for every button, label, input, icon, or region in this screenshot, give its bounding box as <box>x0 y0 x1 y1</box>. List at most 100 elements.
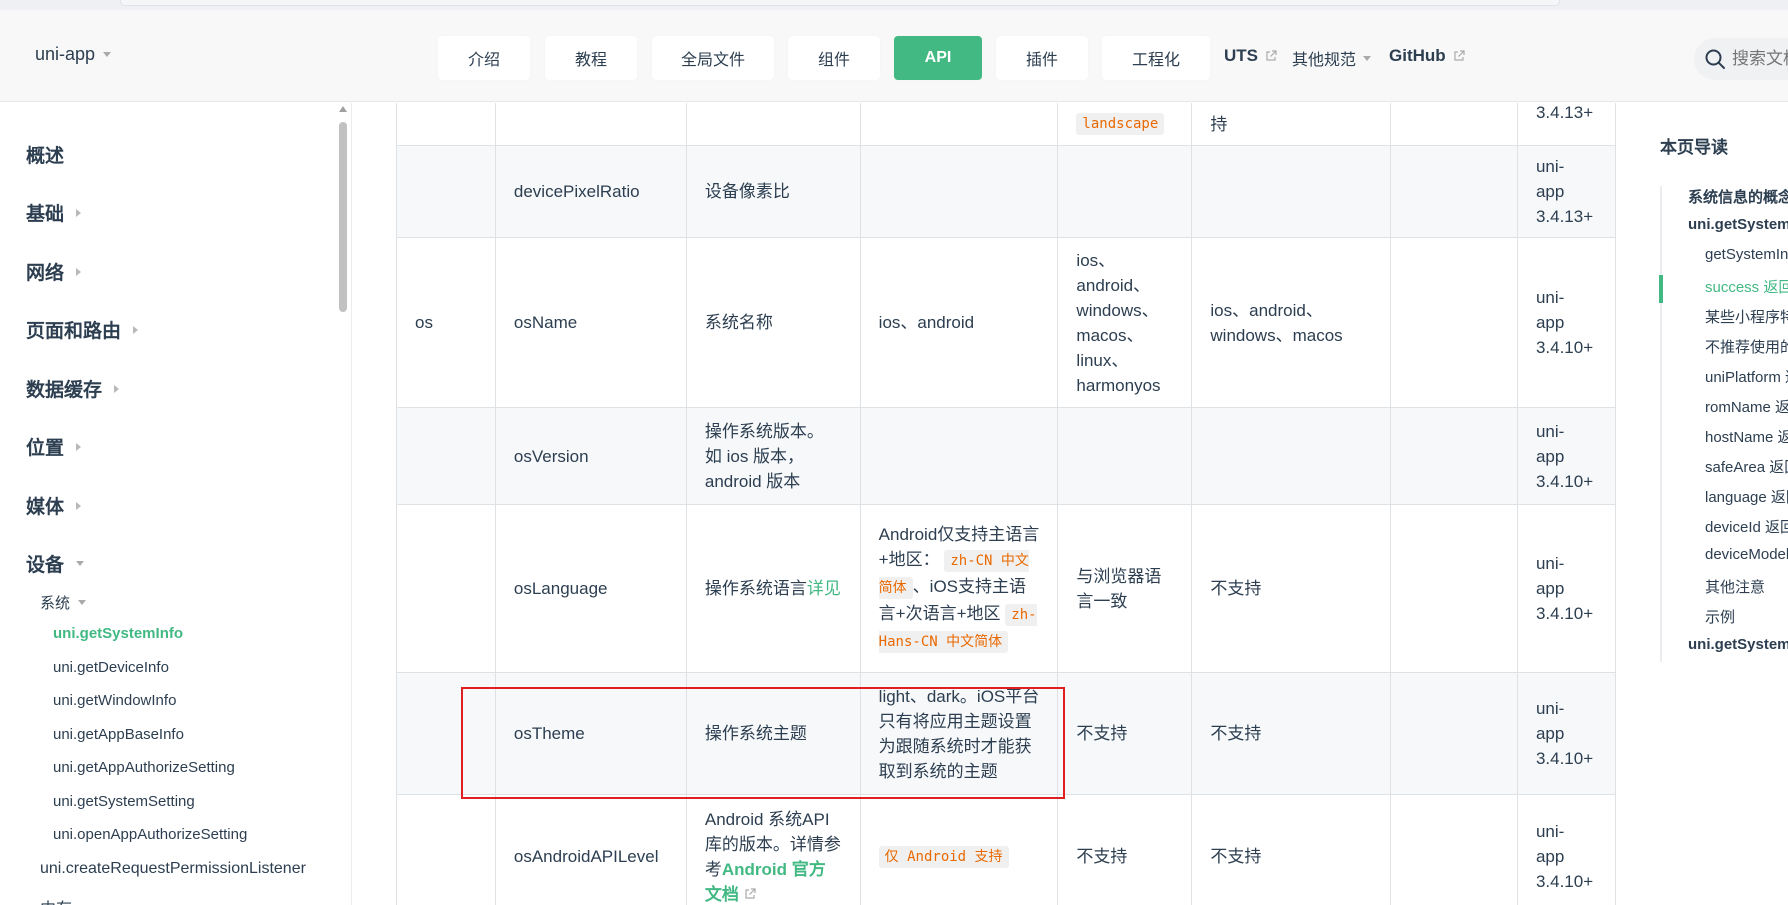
param-name-cell: osVersion <box>494 407 687 505</box>
param-name-cell: devicePixelRatio <box>494 145 687 238</box>
table-row: landscape 持 3.4.13+ <box>396 103 1616 146</box>
values-cell: ios、android <box>859 237 1059 408</box>
chevron-right-icon <box>76 267 82 276</box>
chevron-right-icon <box>114 384 120 393</box>
sidebar-item-getappbaseinfo[interactable]: uni.getAppBaseInfo <box>53 726 184 743</box>
chevron-down-icon <box>78 600 87 605</box>
param-desc-cell: 操作系统语言详见 <box>685 504 861 673</box>
table-cell: 持 <box>1191 103 1392 146</box>
h5-cell: 与浏览器语言一致 <box>1057 504 1193 673</box>
mp-cell: 不支持 <box>1191 794 1392 905</box>
toc-entry[interactable]: uni.getSystemInfoSync <box>1688 636 1788 653</box>
toc-entry[interactable]: romName 返回 <box>1705 396 1788 417</box>
toc-entry[interactable]: 某些小程序特殊 <box>1705 306 1788 327</box>
param-desc-cell: 操作系统主题 <box>685 672 861 795</box>
table-row: osVersion 操作系统版本。如 ios 版本， android 版本 uni… <box>396 407 1616 505</box>
table-row: osLanguage 操作系统语言详见 Android仅支持主语言+地区： zh… <box>396 504 1616 673</box>
sidebar-group-media[interactable]: 媒体 <box>26 492 82 519</box>
api-params-table: landscape 持 3.4.13+ devicePixelRatio 设备像… <box>396 103 1616 905</box>
other-specs-label: 其他规范 <box>1292 52 1357 69</box>
external-link-icon <box>1454 50 1465 61</box>
android-docs-link[interactable]: Android 官方文档 <box>705 860 826 904</box>
sidebar-group-overview[interactable]: 概述 <box>26 141 64 168</box>
scroll-up-arrow-icon[interactable] <box>339 106 347 112</box>
sidebar-group-label: 设备 <box>26 555 65 576</box>
nav-tab-components[interactable]: 组件 <box>788 36 880 80</box>
sidebar-item-getappauthorizesetting[interactable]: uni.getAppAuthorizeSetting <box>53 759 235 776</box>
code-value: 仅 Android 支持 <box>878 846 1009 868</box>
platform-cell: uni-app 3.4.13+ <box>1516 145 1616 238</box>
sidebar-group-label: 页面和路由 <box>26 321 122 342</box>
platform-cell: uni-app 3.4.10+ <box>1516 237 1616 408</box>
toc-entry[interactable]: 不推荐使用的 <box>1705 336 1788 357</box>
sidebar-group-label: 概述 <box>26 146 65 167</box>
toc-entry[interactable]: safeArea 返回 <box>1705 456 1788 477</box>
values-cell: 仅 Android 支持 <box>859 794 1059 905</box>
api-params-table-container: landscape 持 3.4.13+ devicePixelRatio 设备像… <box>396 103 1616 905</box>
sidebar-item-getsysteminfo[interactable]: uni.getSystemInfo <box>53 625 183 642</box>
sidebar-group-label: 网络 <box>26 263 65 284</box>
nav-link-uts[interactable]: UTS <box>1224 46 1277 66</box>
toc-entry[interactable]: hostName 返回 <box>1705 426 1788 447</box>
sidebar-item-getsystemsetting[interactable]: uni.getSystemSetting <box>53 793 195 810</box>
param-name-cell: osAndroidAPILevel <box>494 794 687 905</box>
sidebar-group-network[interactable]: 网络 <box>26 258 82 285</box>
external-link-icon <box>744 887 756 899</box>
param-desc-cell: 系统名称 <box>685 237 861 408</box>
toc-entry[interactable]: uniPlatform 返回 <box>1705 366 1788 387</box>
sidebar-group-storage[interactable]: 数据缓存 <box>26 375 120 402</box>
sidebar-group-label: 数据缓存 <box>26 380 103 401</box>
chevron-down-icon <box>103 52 112 57</box>
param-name-cell: osTheme <box>494 672 687 795</box>
chevron-right-icon <box>133 325 139 334</box>
sidebar-sub-system[interactable]: 系统 <box>40 592 87 613</box>
toc-entry[interactable]: uni.getSystemInfo <box>1688 216 1788 233</box>
nav-tab-plugins[interactable]: 插件 <box>996 36 1088 80</box>
nav-tab-tutorial[interactable]: 教程 <box>545 36 637 80</box>
toc-entry-active[interactable]: success 返回参数 <box>1705 276 1788 297</box>
sidebar-group-basic[interactable]: 基础 <box>26 199 82 226</box>
toc-entry[interactable]: 系统信息的概念 <box>1688 186 1788 207</box>
sidebar-group-pages-routing[interactable]: 页面和路由 <box>26 316 139 343</box>
toc-entry[interactable]: deviceModel <box>1705 546 1788 563</box>
table-cell: landscape <box>1057 103 1193 146</box>
platform-cell: uni-app 3.4.10+ <box>1516 794 1616 905</box>
toc-entry[interactable]: 示例 <box>1705 606 1735 627</box>
table-row: os osName 系统名称 ios、android ios、 android、 w… <box>396 237 1616 408</box>
table-row: devicePixelRatio 设备像素比 uni-app 3.4.13+ <box>396 145 1616 238</box>
nav-link-github[interactable]: GitHub <box>1389 46 1465 66</box>
h5-cell: ios、 android、 windows、 macos、 linux、 harmonyo… <box>1057 237 1193 408</box>
platform-cell: uni-app 3.4.10+ <box>1516 672 1616 795</box>
address-bar[interactable] <box>120 0 1560 6</box>
brand-dropdown[interactable]: uni-app <box>35 44 112 65</box>
sidebar-item-getwindowinfo[interactable]: uni.getWindowInfo <box>53 692 176 709</box>
search-box[interactable] <box>1694 38 1788 80</box>
nav-tab-api[interactable]: API <box>894 36 982 80</box>
platform-cell: uni-app 3.4.10+ <box>1516 407 1616 505</box>
browser-top-strip <box>0 0 1788 10</box>
sidebar-item-memory[interactable]: 内存 <box>40 895 72 905</box>
nav-tab-intro[interactable]: 介绍 <box>438 36 530 80</box>
h5-cell: 不支持 <box>1057 672 1193 795</box>
mp-cell: ios、android、 windows、macos <box>1191 237 1392 408</box>
sidebar-item-getdeviceinfo[interactable]: uni.getDeviceInfo <box>53 659 169 676</box>
toc-rail <box>1660 186 1662 662</box>
nav-tab-engineering[interactable]: 工程化 <box>1102 36 1210 80</box>
see-details-link[interactable]: 详见 <box>807 579 841 598</box>
sidebar-scrollbar[interactable] <box>339 104 347 904</box>
toc-entry[interactable]: language 返回 <box>1705 486 1788 507</box>
toc-active-marker <box>1659 275 1663 303</box>
sidebar-item-openappauthorizesetting[interactable]: uni.openAppAuthorizeSetting <box>53 826 247 843</box>
scrollbar-thumb[interactable] <box>339 122 347 312</box>
nav-tab-global-files[interactable]: 全局文件 <box>652 36 774 80</box>
toc-entry[interactable]: 其他注意 <box>1705 576 1765 597</box>
sidebar-group-label: 位置 <box>26 438 65 459</box>
search-input[interactable] <box>1732 49 1788 69</box>
sidebar-item-createrequestpermissionlistener[interactable]: uni.createRequestPermissionListener <box>40 860 306 878</box>
sidebar-group-location[interactable]: 位置 <box>26 433 82 460</box>
nav-dropdown-other-specs[interactable]: 其他规范 <box>1292 46 1372 70</box>
sidebar-group-device[interactable]: 设备 <box>26 550 85 577</box>
toc-entry[interactable]: getSystemInfo <box>1705 246 1788 263</box>
toc-entry[interactable]: deviceId 返回 <box>1705 516 1788 537</box>
param-desc-cell: 操作系统版本。如 ios 版本， android 版本 <box>685 407 861 505</box>
